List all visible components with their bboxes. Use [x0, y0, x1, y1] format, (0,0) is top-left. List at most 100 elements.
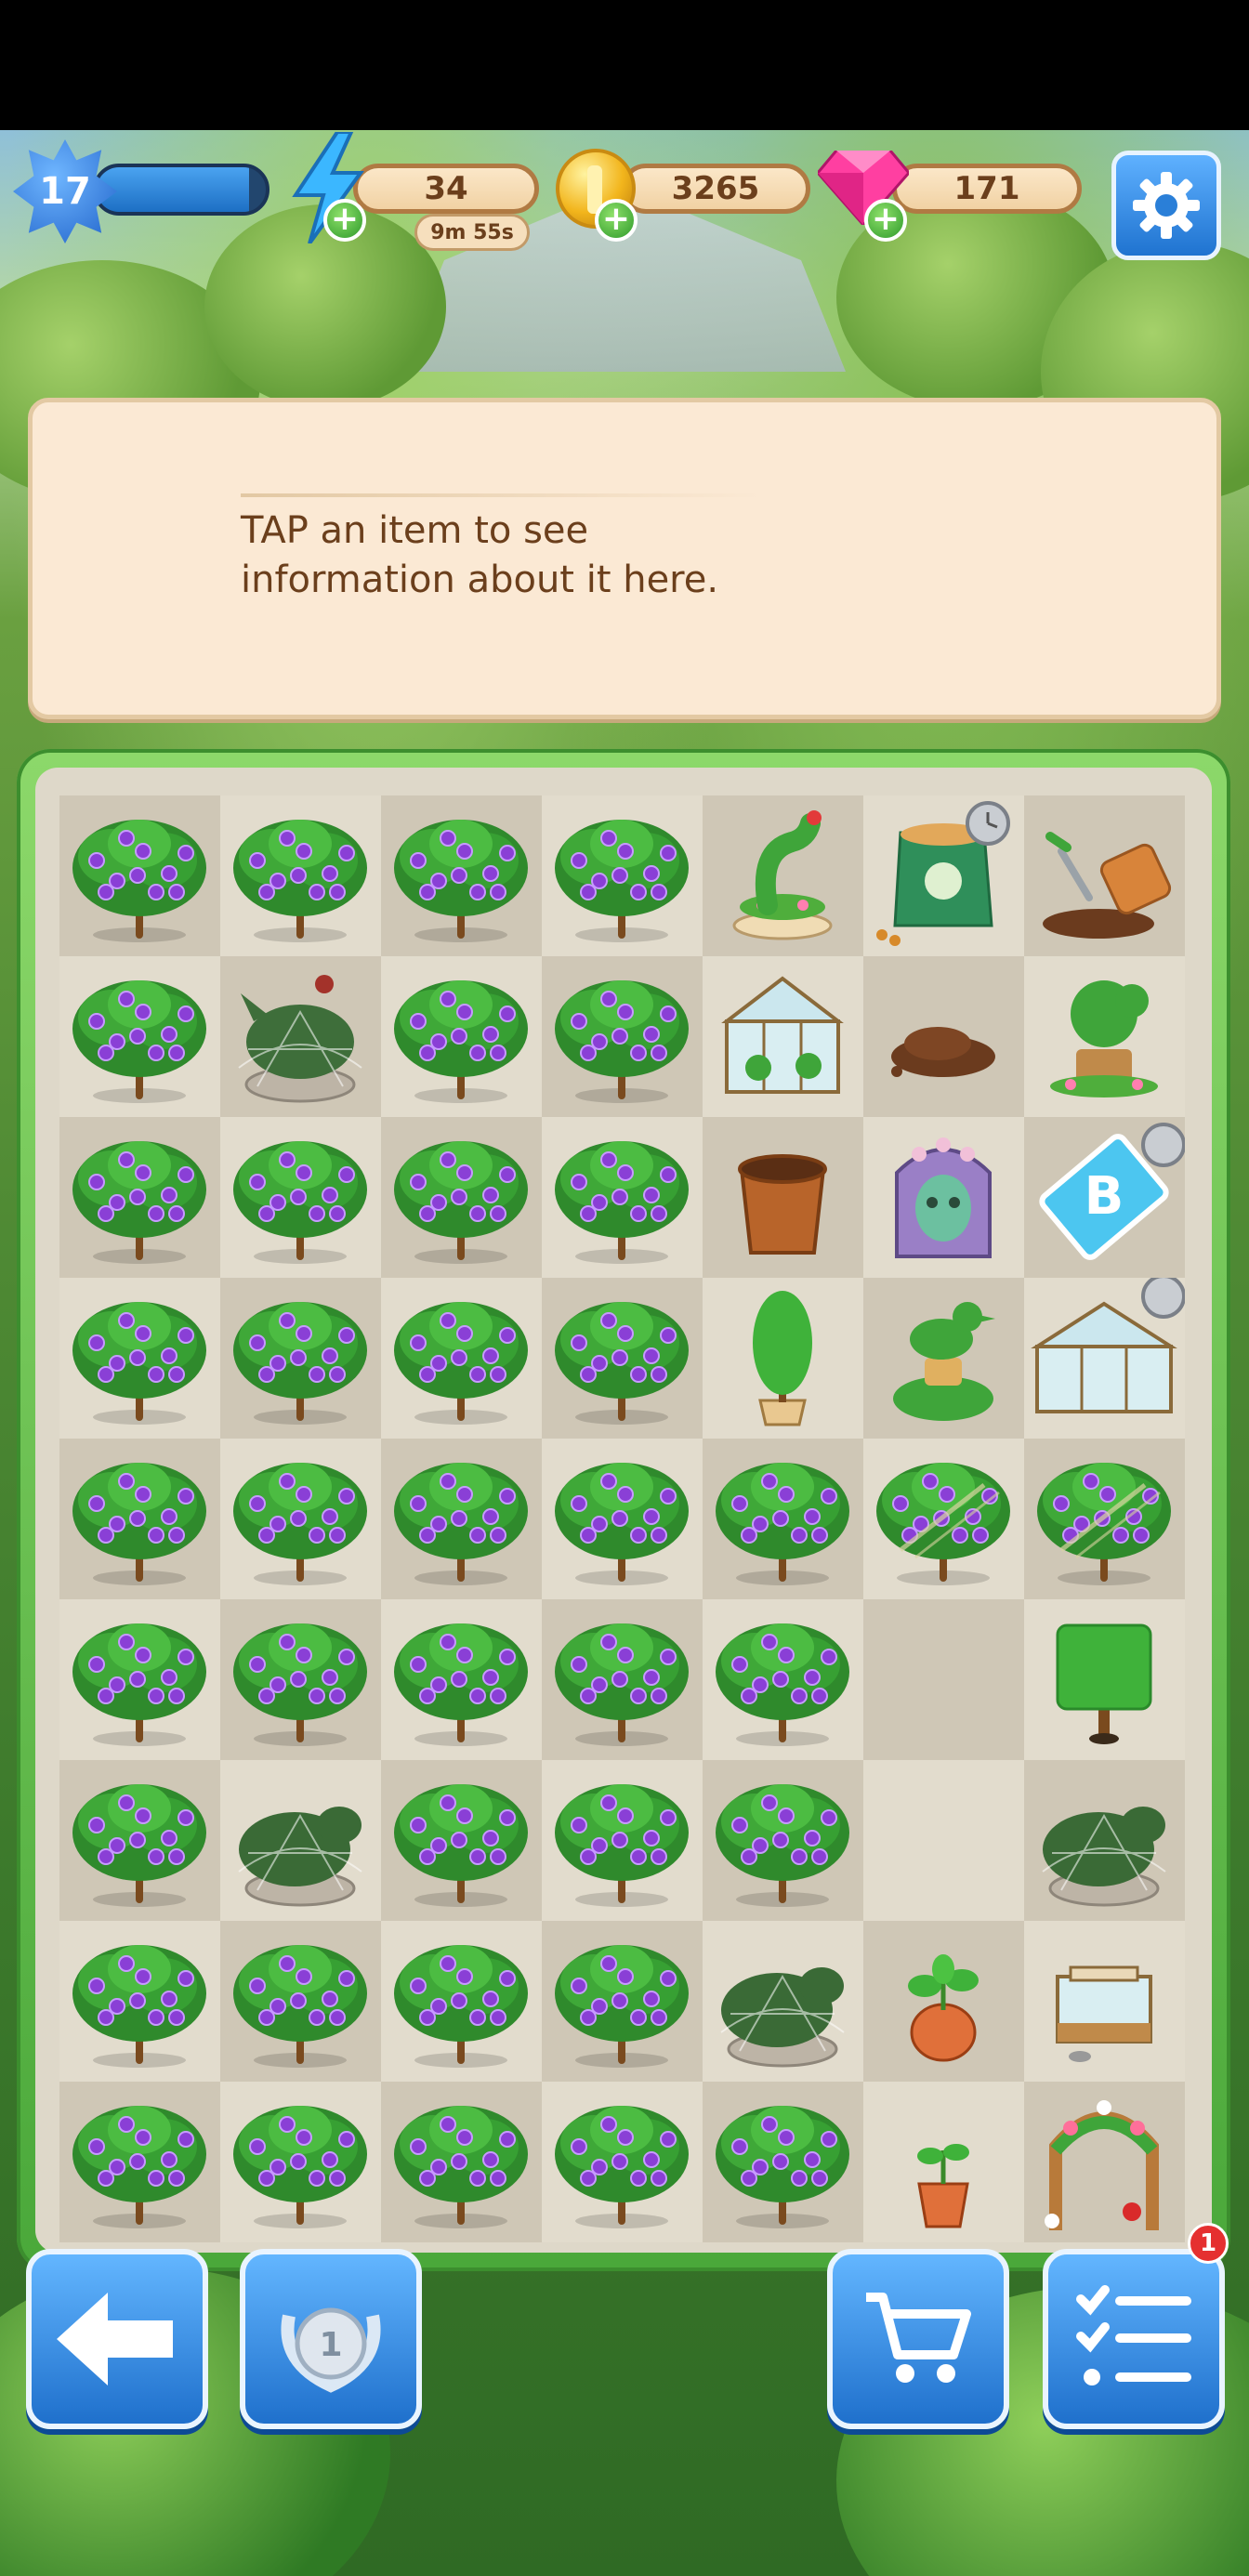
settings-button[interactable]	[1111, 151, 1221, 260]
flower-bush-icon[interactable]	[542, 2082, 703, 2242]
board-cell[interactable]	[1024, 1439, 1185, 1599]
stone-mask-shrine-icon[interactable]	[863, 1117, 1024, 1278]
board-cell[interactable]	[381, 956, 542, 1117]
flower-bush-icon[interactable]	[542, 1921, 703, 2082]
shop-button[interactable]	[827, 2249, 1009, 2429]
board-cell[interactable]	[220, 1117, 381, 1278]
flower-bush-icon[interactable]	[381, 1117, 542, 1278]
flower-bush-icon[interactable]	[59, 1278, 220, 1439]
board-cell[interactable]	[703, 1921, 863, 2082]
board-cell[interactable]	[542, 1278, 703, 1439]
board-cell[interactable]	[1024, 1921, 1185, 2082]
board-cell[interactable]	[1024, 2082, 1185, 2242]
greenhouse-large-icon[interactable]	[1024, 1278, 1185, 1439]
back-button[interactable]	[26, 2249, 208, 2429]
flower-bush-icon[interactable]	[542, 1117, 703, 1278]
board-cell[interactable]	[542, 1439, 703, 1599]
board-cell[interactable]	[703, 1439, 863, 1599]
soil-pot-spill-icon[interactable]	[1024, 795, 1185, 956]
board-cell[interactable]	[863, 2082, 1024, 2242]
board-cell[interactable]	[863, 1599, 1024, 1760]
board-cell[interactable]	[220, 2082, 381, 2242]
flower-bush-icon[interactable]	[542, 1439, 703, 1599]
rhino-topiary-webbed-icon[interactable]	[220, 956, 381, 1117]
board-cell[interactable]	[381, 2082, 542, 2242]
cube-topiary-icon[interactable]	[1024, 1599, 1185, 1760]
board-cell[interactable]	[220, 1599, 381, 1760]
board-cell[interactable]	[703, 1599, 863, 1760]
flower-bush-icon[interactable]	[542, 1278, 703, 1439]
board-cell[interactable]	[542, 2082, 703, 2242]
booster-card-icon[interactable]: B	[1024, 1117, 1185, 1278]
flower-bush-icon[interactable]	[220, 1117, 381, 1278]
flower-bush-icon[interactable]	[220, 1439, 381, 1599]
board-cell[interactable]	[220, 795, 381, 956]
board-cell[interactable]	[220, 1760, 381, 1921]
board-cell[interactable]	[542, 1921, 703, 2082]
flower-bush-icon[interactable]	[59, 1439, 220, 1599]
board-cell[interactable]	[59, 1117, 220, 1278]
cypress-pot-icon[interactable]	[703, 1278, 863, 1439]
seed-bag-icon[interactable]	[863, 795, 1024, 956]
flower-bush-icon[interactable]	[381, 1921, 542, 2082]
board-cell[interactable]	[381, 1439, 542, 1599]
board-cell[interactable]	[703, 1117, 863, 1278]
board-cell[interactable]	[59, 1599, 220, 1760]
add-gems-button[interactable]: +	[864, 199, 907, 242]
board-cell[interactable]	[863, 1278, 1024, 1439]
add-energy-button[interactable]: +	[323, 199, 366, 242]
board-cell[interactable]	[703, 795, 863, 956]
flower-bush-icon[interactable]	[381, 956, 542, 1117]
flower-bush-icon[interactable]	[59, 1117, 220, 1278]
flower-bush-icon[interactable]	[703, 1760, 863, 1921]
flower-bush-icon[interactable]	[59, 2082, 220, 2242]
flower-bush-icon[interactable]	[220, 795, 381, 956]
board-cell[interactable]	[542, 956, 703, 1117]
board-cell[interactable]	[220, 1921, 381, 2082]
board-cell[interactable]	[863, 795, 1024, 956]
board-cell[interactable]	[59, 1439, 220, 1599]
board-cell[interactable]	[863, 1439, 1024, 1599]
sprout-pot-icon[interactable]	[863, 1921, 1024, 2082]
board-cell[interactable]	[542, 1599, 703, 1760]
season-pass-button[interactable]: 1	[240, 2249, 422, 2429]
flower-bush-icon[interactable]	[59, 1599, 220, 1760]
flower-bush-icon[interactable]	[703, 2082, 863, 2242]
sheep-topiary-icon[interactable]	[1024, 956, 1185, 1117]
board-cell[interactable]	[703, 1278, 863, 1439]
board-cell[interactable]	[703, 956, 863, 1117]
flower-bush-icon[interactable]	[703, 1439, 863, 1599]
duck-topiary-icon[interactable]	[863, 1278, 1024, 1439]
flower-bush-icon[interactable]	[220, 1921, 381, 2082]
board-cell[interactable]	[1024, 956, 1185, 1117]
board-cell[interactable]	[59, 2082, 220, 2242]
flower-bush-icon[interactable]	[59, 956, 220, 1117]
board-cell[interactable]	[542, 1117, 703, 1278]
board-cell[interactable]	[703, 2082, 863, 2242]
turtle-topiary-webbed-icon[interactable]	[1024, 1760, 1185, 1921]
board-cell[interactable]	[381, 1921, 542, 2082]
board-cell[interactable]	[381, 1117, 542, 1278]
board-cell[interactable]	[703, 1760, 863, 1921]
turtle-topiary-webbed-icon[interactable]	[220, 1760, 381, 1921]
board-cell[interactable]	[220, 1439, 381, 1599]
board-cell[interactable]	[863, 1117, 1024, 1278]
board-cell[interactable]	[59, 1278, 220, 1439]
greenhouse-icon[interactable]	[703, 956, 863, 1117]
flower-bush-icon[interactable]	[542, 1599, 703, 1760]
flower-bush-icon[interactable]	[381, 1278, 542, 1439]
board-cell[interactable]	[381, 795, 542, 956]
flower-bush-icon[interactable]	[220, 1278, 381, 1439]
flower-bush-sparkle-icon[interactable]	[863, 1439, 1024, 1599]
flower-bush-icon[interactable]	[542, 956, 703, 1117]
flower-bush-icon[interactable]	[703, 1599, 863, 1760]
board-cell[interactable]	[863, 1760, 1024, 1921]
turtle-topiary-webbed-icon[interactable]	[703, 1921, 863, 2082]
board-cell[interactable]	[220, 1278, 381, 1439]
board-cell[interactable]	[863, 1921, 1024, 2082]
flower-bush-icon[interactable]	[542, 795, 703, 956]
flower-bush-icon[interactable]	[220, 1599, 381, 1760]
flower-bush-icon[interactable]	[220, 2082, 381, 2242]
board-cell[interactable]	[220, 956, 381, 1117]
tasks-button[interactable]	[1043, 2249, 1225, 2429]
